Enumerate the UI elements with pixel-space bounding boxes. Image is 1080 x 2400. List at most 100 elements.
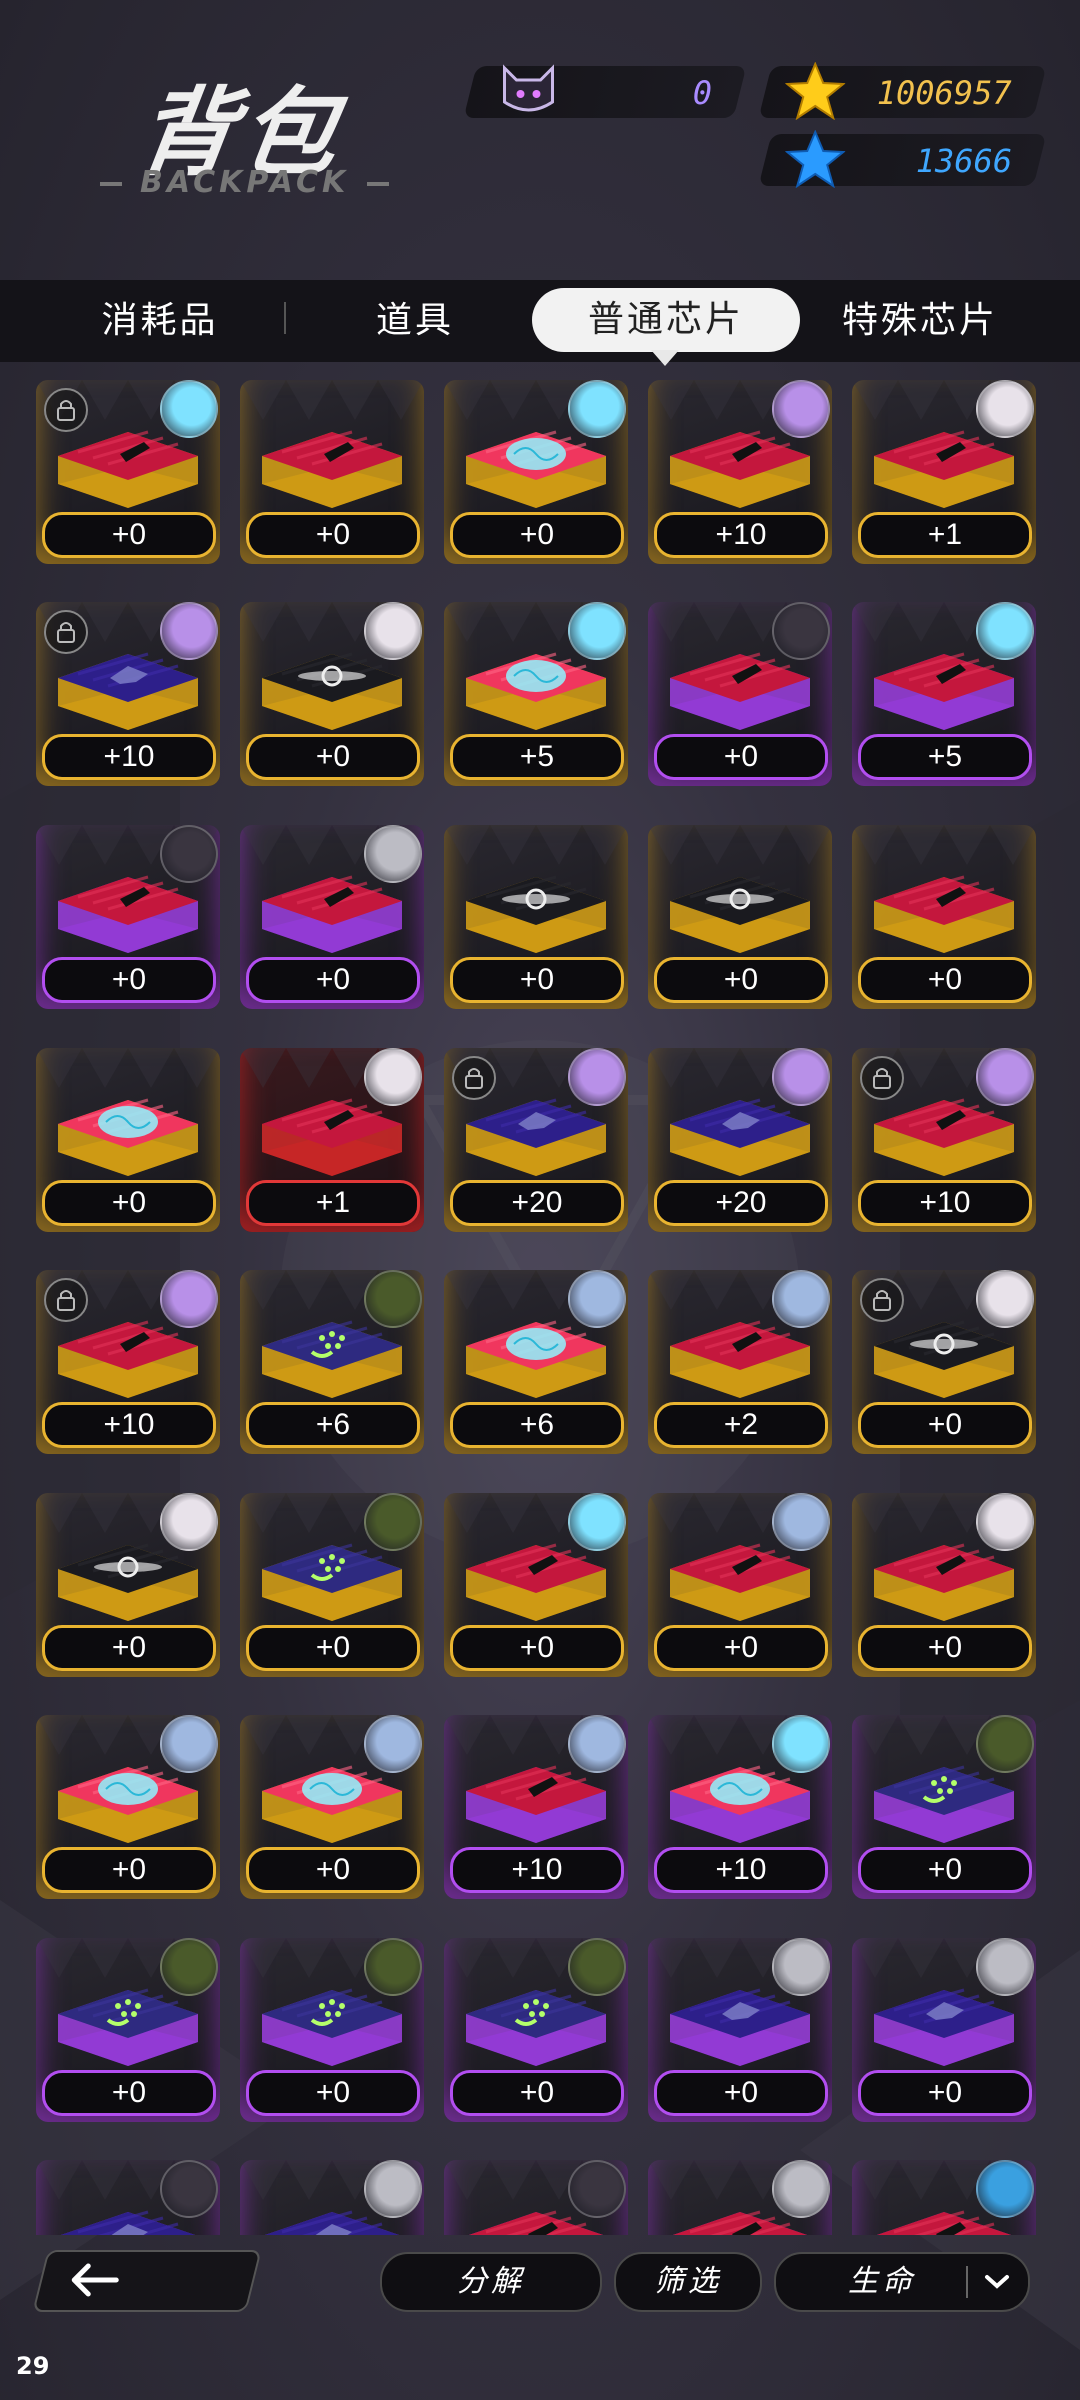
sort-dropdown[interactable]: 生命 xyxy=(774,2252,1030,2312)
chip-item[interactable]: +1 xyxy=(852,380,1036,564)
chip-item[interactable]: +10 xyxy=(852,1048,1036,1232)
chip-item[interactable]: +6 xyxy=(240,1270,424,1454)
character-avatar xyxy=(568,380,626,438)
chip-item[interactable]: +0 xyxy=(648,1493,832,1677)
chip-level-badge: +0 xyxy=(654,957,828,1003)
chip-item[interactable]: +0 xyxy=(852,1270,1036,1454)
character-avatar xyxy=(568,2160,626,2218)
decompose-button[interactable]: 分解 xyxy=(380,2252,602,2312)
chip-item[interactable] xyxy=(36,2160,220,2235)
chip-item[interactable]: +0 xyxy=(36,1048,220,1232)
chip-item[interactable]: +0 xyxy=(648,1938,832,2122)
lock-icon xyxy=(873,1290,891,1311)
chip-item[interactable]: +10 xyxy=(648,380,832,564)
chip-item[interactable]: +5 xyxy=(444,602,628,786)
chip-item[interactable]: +0 xyxy=(36,1715,220,1899)
chip-item[interactable]: +0 xyxy=(444,380,628,564)
chip-item[interactable]: +20 xyxy=(648,1048,832,1232)
footer-number: 29 xyxy=(16,2352,50,2380)
chip-item[interactable]: +0 xyxy=(240,825,424,1009)
chip-item[interactable]: +0 xyxy=(444,1493,628,1677)
chip-item[interactable] xyxy=(648,2160,832,2235)
character-avatar xyxy=(364,1938,422,1996)
chip-level-badge: +5 xyxy=(858,734,1032,780)
character-avatar xyxy=(364,1493,422,1551)
chip-level-badge: +0 xyxy=(42,2070,216,2116)
chip-item[interactable]: +0 xyxy=(240,1715,424,1899)
chip-pen-icon xyxy=(262,430,402,508)
tab-active-pointer xyxy=(651,350,679,366)
character-avatar xyxy=(976,1493,1034,1551)
arrow-left-icon xyxy=(71,2263,119,2297)
chip-item[interactable]: +0 xyxy=(240,602,424,786)
chip-level-badge: +1 xyxy=(246,1180,420,1226)
chevron-down-icon[interactable] xyxy=(984,2274,1010,2290)
chip-item[interactable]: +0 xyxy=(240,380,424,564)
chip-pen-icon xyxy=(874,875,1014,953)
lock-icon xyxy=(465,1068,483,1089)
chip-item[interactable]: +0 xyxy=(444,1938,628,2122)
chip-level-badge: +10 xyxy=(654,1847,828,1893)
chip-item[interactable]: +2 xyxy=(648,1270,832,1454)
lock-badge xyxy=(452,1056,496,1100)
character-avatar xyxy=(568,1493,626,1551)
sort-label: 生命 xyxy=(848,2264,916,2299)
chip-item[interactable]: +0 xyxy=(852,1938,1036,2122)
chip-item[interactable]: +0 xyxy=(36,380,220,564)
tab-normal-chips[interactable]: 普通芯片 xyxy=(532,288,800,352)
character-avatar xyxy=(976,380,1034,438)
character-avatar xyxy=(160,1715,218,1773)
chip-item[interactable] xyxy=(444,2160,628,2235)
back-button[interactable] xyxy=(32,2250,262,2312)
sort-divider xyxy=(966,2266,968,2298)
currency-gold[interactable]: 1006957 xyxy=(758,62,1047,120)
chip-item[interactable]: +6 xyxy=(444,1270,628,1454)
chip-item[interactable]: +0 xyxy=(36,1493,220,1677)
chip-item[interactable]: +10 xyxy=(36,1270,220,1454)
chip-item[interactable]: +1 xyxy=(240,1048,424,1232)
chip-level-badge: +0 xyxy=(858,1402,1032,1448)
tab-items[interactable]: 道具 xyxy=(295,280,535,362)
chip-level-badge: +5 xyxy=(450,734,624,780)
currency-cat-token[interactable]: 0 xyxy=(463,64,747,118)
chip-item[interactable]: +0 xyxy=(648,825,832,1009)
chip-item[interactable]: +10 xyxy=(36,602,220,786)
chip-level-badge: +0 xyxy=(858,2070,1032,2116)
chip-item[interactable]: +5 xyxy=(852,602,1036,786)
character-avatar xyxy=(160,380,218,438)
chip-item[interactable]: +0 xyxy=(240,1493,424,1677)
character-avatar xyxy=(364,2160,422,2218)
character-avatar xyxy=(364,1048,422,1106)
chip-level-badge: +10 xyxy=(858,1180,1032,1226)
character-avatar xyxy=(364,1270,422,1328)
chip-level-badge: +0 xyxy=(42,1180,216,1226)
chip-item[interactable] xyxy=(852,2160,1036,2235)
chip-item[interactable]: +20 xyxy=(444,1048,628,1232)
chip-item[interactable]: +10 xyxy=(648,1715,832,1899)
chip-level-badge: +0 xyxy=(858,957,1032,1003)
chip-item[interactable] xyxy=(240,2160,424,2235)
lock-badge xyxy=(860,1278,904,1322)
chip-item[interactable]: +0 xyxy=(240,1938,424,2122)
chip-item[interactable]: +0 xyxy=(852,1715,1036,1899)
character-avatar xyxy=(364,1715,422,1773)
chip-level-badge: +6 xyxy=(450,1402,624,1448)
chip-level-badge: +10 xyxy=(450,1847,624,1893)
character-avatar xyxy=(160,1493,218,1551)
chip-item[interactable]: +0 xyxy=(648,602,832,786)
chip-item[interactable]: +0 xyxy=(444,825,628,1009)
chip-item[interactable]: +0 xyxy=(852,1493,1036,1677)
tab-special-chips[interactable]: 特殊芯片 xyxy=(800,280,1040,362)
chip-item[interactable]: +0 xyxy=(36,1938,220,2122)
chip-item[interactable]: +0 xyxy=(36,825,220,1009)
currency-blue[interactable]: 13666 xyxy=(758,130,1047,188)
character-avatar xyxy=(568,1048,626,1106)
lock-icon xyxy=(57,622,75,643)
tab-consumables[interactable]: 消耗品 xyxy=(40,280,280,362)
chip-item[interactable]: +0 xyxy=(852,825,1036,1009)
lock-icon xyxy=(873,1068,891,1089)
lock-icon xyxy=(57,1290,75,1311)
chip-item[interactable]: +10 xyxy=(444,1715,628,1899)
chip-level-badge: +0 xyxy=(246,2070,420,2116)
filter-button[interactable]: 筛选 xyxy=(614,2252,762,2312)
